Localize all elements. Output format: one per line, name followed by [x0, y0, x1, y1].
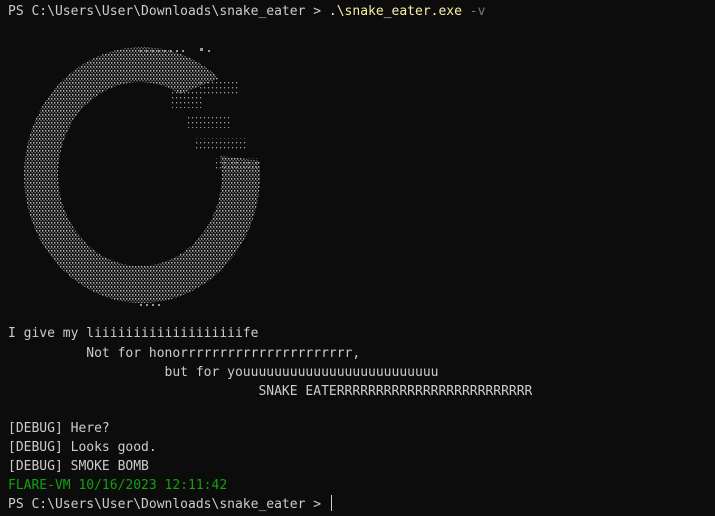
- lyric-line: Not for honorrrrrrrrrrrrrrrrrrrrrr,: [8, 346, 361, 361]
- debug-line: [DEBUG] SMOKE BOMB: [8, 459, 149, 474]
- command-flag: -v: [461, 4, 486, 19]
- prompt-path: PS C:\Users\User\Downloads\snake_eater >: [8, 497, 329, 512]
- command-text: .\snake_eater.exe: [328, 4, 462, 19]
- prompt-path: PS C:\Users\User\Downloads\snake_eater >: [8, 4, 329, 19]
- lyric-line: but for youuuuuuuuuuuuuuuuuuuuuuuuu: [8, 365, 439, 380]
- lyric-line: SNAKE EATERRRRRRRRRRRRRRRRRRRRRRRRR: [8, 384, 533, 399]
- lyric-line: I give my liiiiiiiiiiiiiiiiiiife: [8, 326, 259, 341]
- command-line: PS C:\Users\User\Downloads\snake_eater >…: [8, 2, 485, 21]
- text-cursor: [330, 495, 332, 511]
- debug-line: [DEBUG] Looks good.: [8, 440, 157, 455]
- ascii-art-ring: [0, 42, 300, 322]
- flare-timestamp: FLARE-VM 10/16/2023 12:11:42: [8, 478, 228, 493]
- prompt-line[interactable]: PS C:\Users\User\Downloads\snake_eater >: [8, 495, 332, 514]
- terminal-window[interactable]: PS C:\Users\User\Downloads\snake_eater >…: [0, 0, 715, 516]
- debug-line: [DEBUG] Here?: [8, 421, 110, 436]
